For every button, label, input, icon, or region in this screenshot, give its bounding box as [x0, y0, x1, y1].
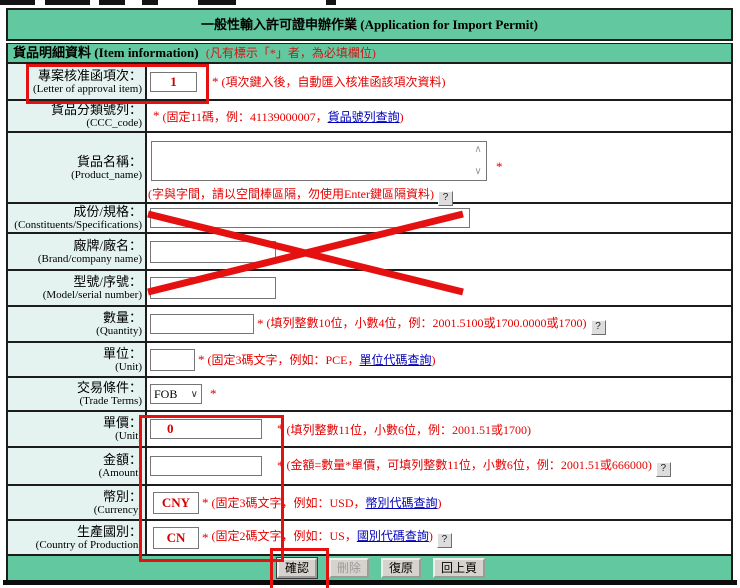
required-fields-note: (凡有標示「*」者，為必填欄位) [205, 46, 376, 60]
row-brand: 廠牌/廠名： (Brand/company name) [8, 234, 731, 271]
row-model: 型號/序號： (Model/serial number) [8, 271, 731, 307]
brand-input[interactable] [150, 240, 276, 263]
section-title: 貨品明細資料 (Item information) [13, 45, 199, 60]
required-asterisk: * [202, 494, 209, 510]
unit-label: 單位： (Unit) [8, 343, 147, 376]
bottom-border-line [3, 580, 737, 585]
trade-terms-label: 交易條件： (Trade Terms) [8, 378, 147, 410]
section-bar: 貨品明細資料 (Item information) (凡有標示「*」者，為必填欄… [6, 43, 733, 64]
amount-note: (金額=數量*單價，可填列整數11位，小數6位，例：2001.51或666000… [287, 456, 671, 477]
trade-terms-select[interactable]: FOB ∨ [150, 384, 202, 404]
top-crop-mark [198, 0, 236, 5]
help-icon[interactable]: ? [436, 533, 452, 548]
required-asterisk: * [257, 316, 264, 331]
restore-button[interactable]: 復原 [381, 558, 422, 578]
ccc-code-label: 貨品分類號列： (CCC_code) [8, 101, 147, 131]
trade-terms-value: FOB [154, 386, 178, 401]
amount-label: 金額： (Amount) [8, 448, 147, 484]
help-icon[interactable]: ? [655, 461, 671, 477]
product-name-label: 貨品名稱： (Product_name) [8, 133, 147, 202]
quantity-input[interactable] [150, 314, 254, 334]
unit-price-input[interactable] [150, 419, 262, 439]
amount-input[interactable] [150, 456, 262, 476]
currency-label: 幣別： (Currency) [8, 486, 147, 519]
row-country: 生產國別： (Country of Production) * (固定2碼文字，… [8, 521, 731, 556]
scroll-up-icon[interactable]: ∧ [471, 143, 485, 157]
ccc-code-note: (固定11碼，例：41139000007，貨品號列查詢) [162, 109, 404, 124]
unit-price-label: 單價： (Unit) [8, 412, 147, 446]
help-icon[interactable]: ? [590, 319, 606, 335]
constituents-input[interactable] [150, 208, 470, 228]
top-crop-mark [142, 0, 158, 5]
button-bar: 確認 刪除 復原 回上頁 [8, 556, 731, 580]
model-input[interactable] [150, 277, 276, 299]
required-asterisk: * [198, 351, 205, 367]
confirm-button[interactable]: 確認 [277, 558, 318, 578]
required-asterisk: * [210, 386, 217, 401]
currency-note: (固定3碼文字，例如：USD，幣別代碼查詢) [211, 496, 442, 510]
unit-code-lookup-link[interactable]: 單位代碼查詢 [360, 353, 432, 367]
top-crop-mark [45, 0, 90, 5]
product-name-textarea[interactable]: ∧ ∨ [151, 141, 487, 181]
required-asterisk: * [202, 529, 209, 545]
required-asterisk: * [212, 73, 219, 89]
constituents-label: 成份/規格： (Constituents/Specifications) [8, 204, 147, 232]
row-trade-terms: 交易條件： (Trade Terms) FOB ∨ * [8, 378, 731, 412]
row-amount: 金額： (Amount) * (金額=數量*單價，可填列整數11位，小數6位，例… [8, 448, 731, 486]
unit-note: (固定3碼文字，例如：PCE，單位代碼查詢) [207, 353, 436, 367]
model-label: 型號/序號： (Model/serial number) [8, 271, 147, 305]
required-asterisk: * [153, 108, 160, 123]
row-unit-price: 單價： (Unit) * (填列整數11位，小數6位，例：2001.51或170… [8, 412, 731, 448]
import-permit-page: 一般性輸入許可證申辦作業 (Application for Import Per… [0, 0, 740, 588]
quantity-label: 數量： (Quantity) [8, 307, 147, 341]
top-crop-mark [99, 0, 125, 5]
ccc-code-lookup-link[interactable]: 貨品號列查詢 [328, 110, 400, 124]
country-input[interactable] [153, 526, 199, 549]
top-crop-mark [326, 0, 336, 5]
chevron-down-icon: ∨ [190, 388, 198, 400]
quantity-note: (填列整數10位，小數4位，例：2001.5100或1700.0000或1700… [267, 314, 606, 335]
required-asterisk: * [277, 458, 284, 473]
row-constituents: 成份/規格： (Constituents/Specifications) [8, 204, 731, 234]
row-quantity: 數量： (Quantity) * (填列整數10位，小數4位，例：2001.51… [8, 307, 731, 343]
brand-label: 廠牌/廠名： (Brand/company name) [8, 234, 147, 269]
required-asterisk: * [496, 159, 503, 174]
country-label: 生產國別： (Country of Production) [8, 521, 147, 554]
delete-button: 刪除 [329, 558, 370, 578]
approval-item-label: 專案核准函項次： (Letter of approval item) [8, 64, 147, 99]
row-currency: 幣別： (Currency) * (固定3碼文字，例如：USD，幣別代碼查詢) [8, 486, 731, 521]
currency-input[interactable] [153, 491, 199, 514]
required-asterisk: * [277, 421, 284, 436]
page-title: 一般性輸入許可證申辦作業 (Application for Import Per… [6, 8, 733, 41]
scroll-down-icon[interactable]: ∨ [471, 165, 485, 179]
currency-code-lookup-link[interactable]: 幣別代碼查詢 [366, 496, 438, 510]
row-approval-item: 專案核准函項次： (Letter of approval item) * (項次… [8, 64, 731, 101]
back-button[interactable]: 回上頁 [433, 558, 486, 578]
product-name-note: (字與字間，請以空間棒區隔，勿使用Enter鍵區隔資料)? [148, 185, 453, 206]
country-note: (固定2碼文字，例如：US，國別代碼查詢)? [212, 527, 452, 548]
row-ccc-code: 貨品分類號列： (CCC_code) * (固定11碼，例：4113900000… [8, 101, 731, 133]
row-product-name: 貨品名稱： (Product_name) ∧ ∨ * (字與字間，請以空間棒區隔… [8, 133, 731, 206]
unit-input[interactable] [150, 348, 195, 371]
top-crop-mark [0, 0, 35, 5]
country-code-lookup-link[interactable]: 國別代碼查詢 [357, 529, 429, 543]
unit-price-note: (填列整數11位，小數6位，例：2001.51或1700) [286, 422, 532, 437]
approval-item-note: (項次鍵入後，自動匯入核准函該項次資料) [221, 75, 446, 89]
approval-item-input[interactable] [150, 71, 197, 92]
item-information-table: 專案核准函項次： (Letter of approval item) * (項次… [6, 64, 733, 580]
row-unit: 單位： (Unit) * (固定3碼文字，例如：PCE，單位代碼查詢) [8, 343, 731, 378]
